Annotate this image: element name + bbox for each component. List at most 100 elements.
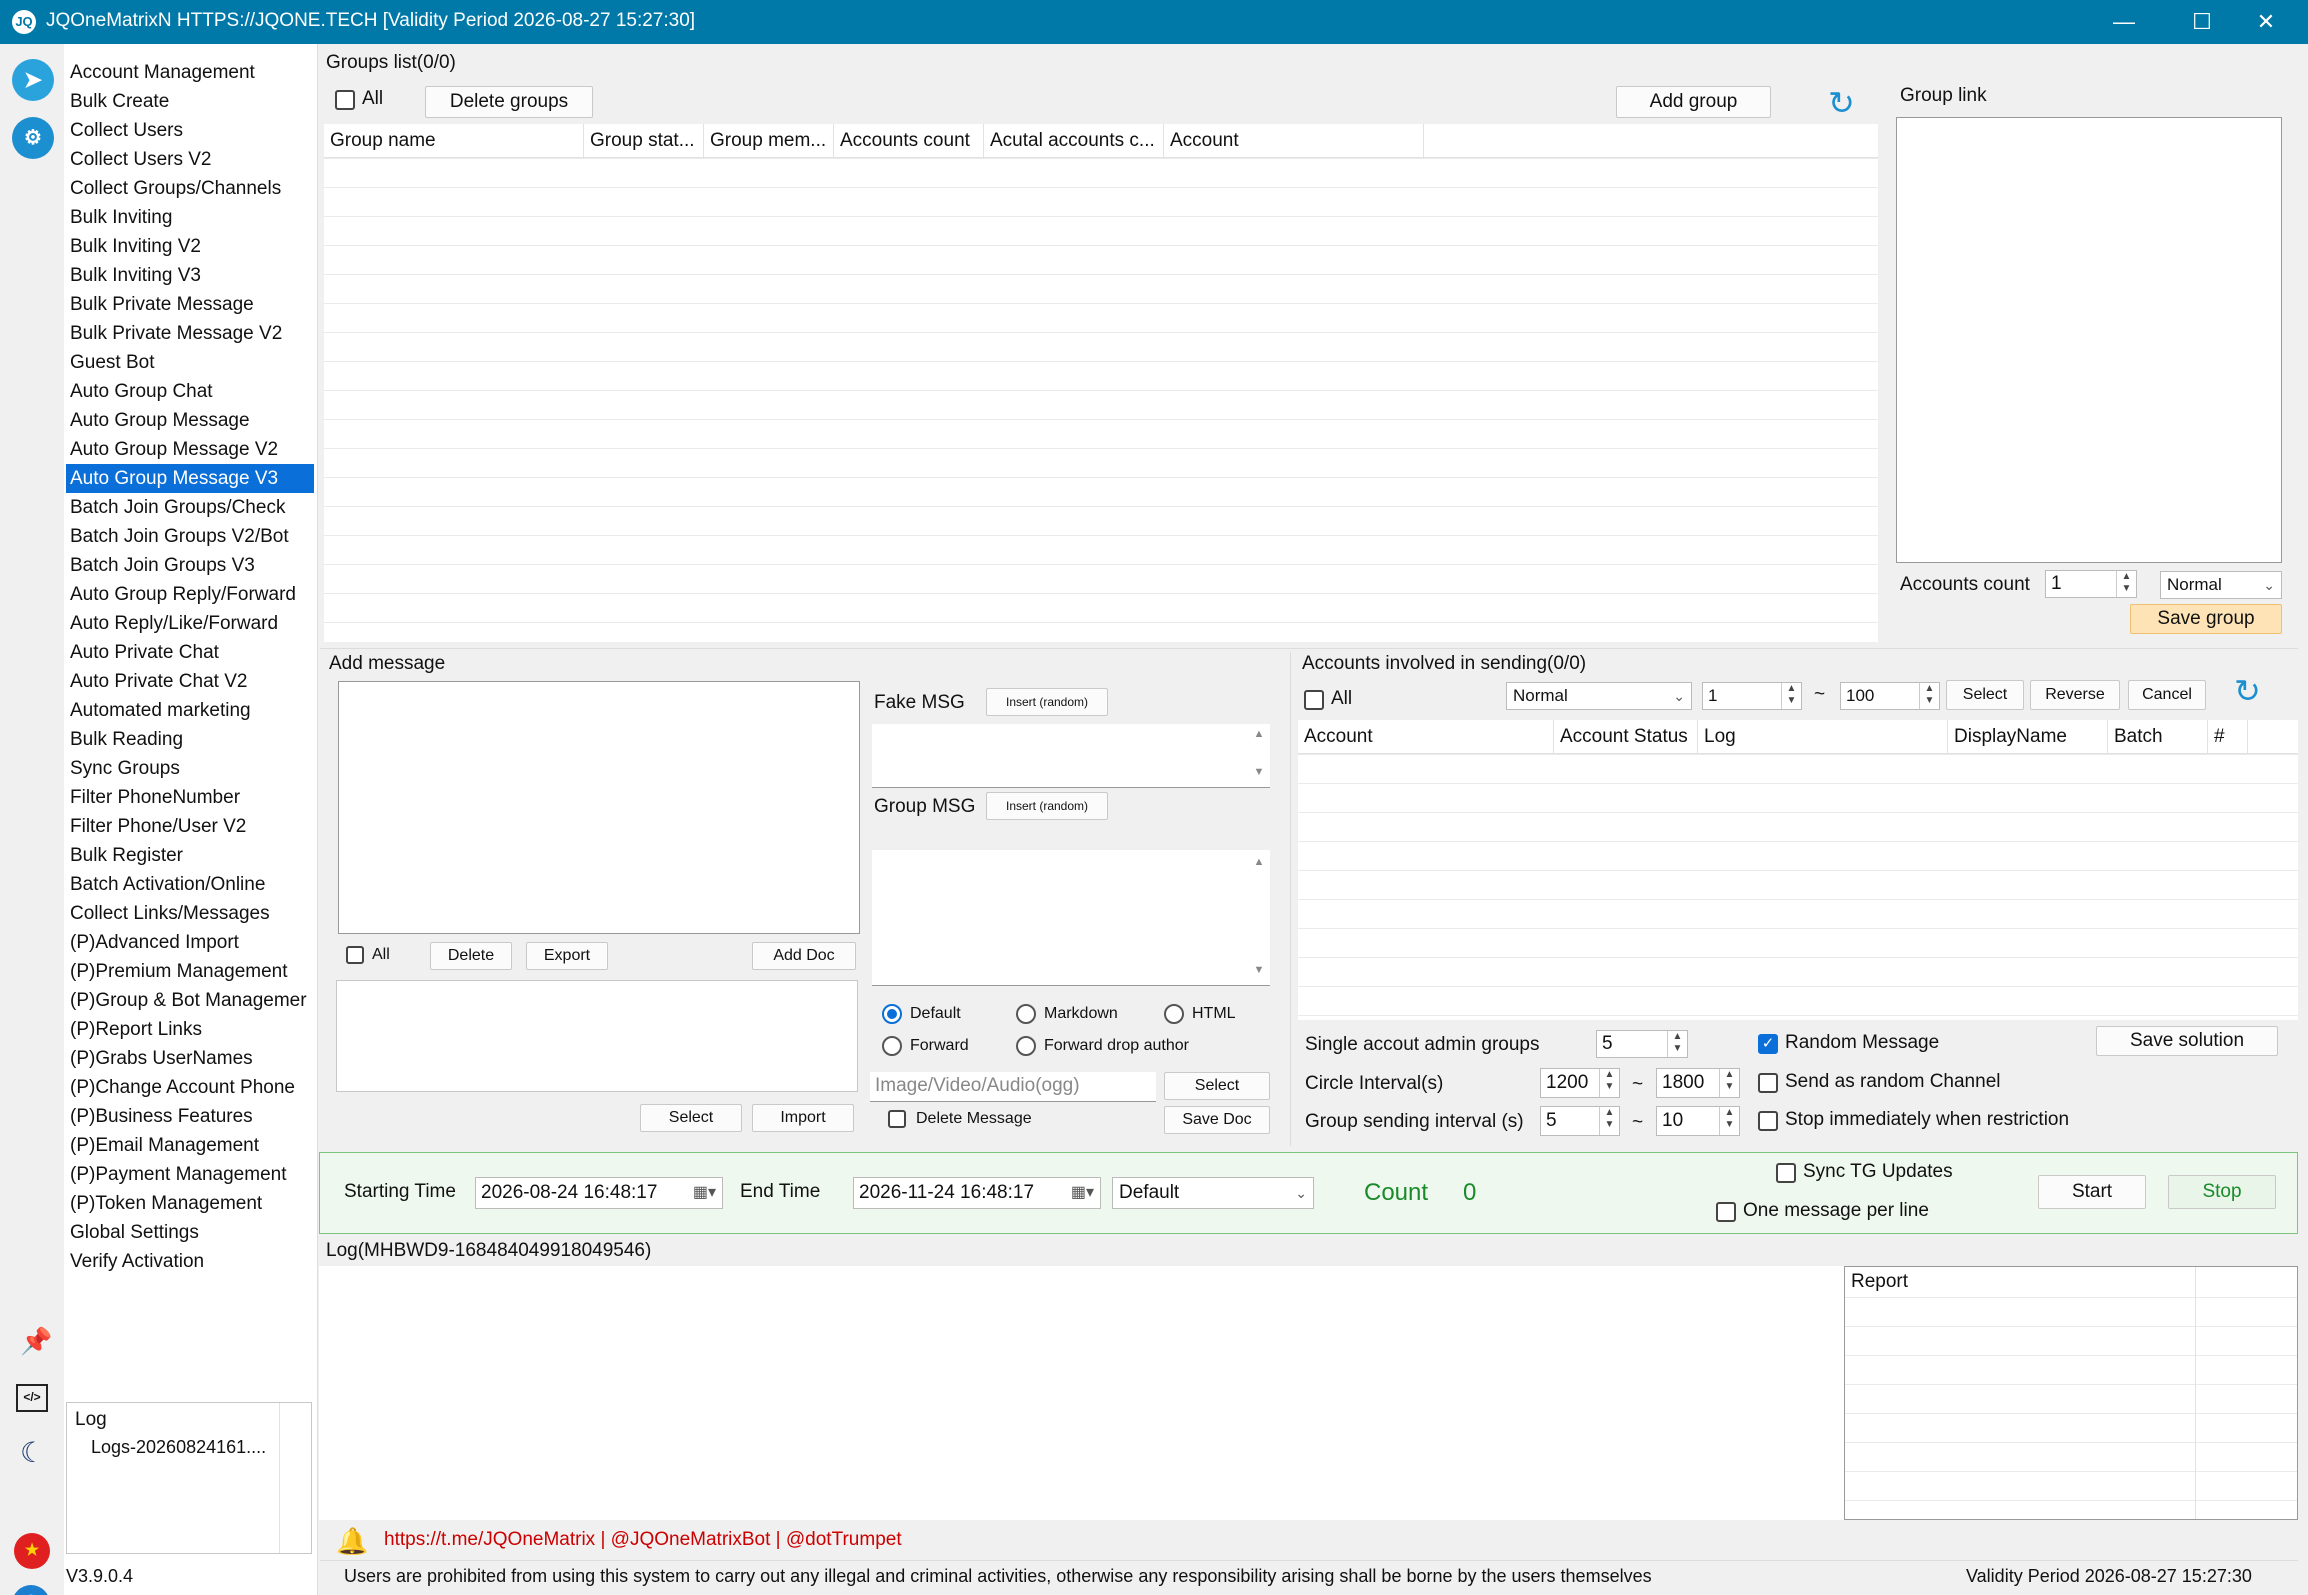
menu-item[interactable]: Sync Groups	[66, 754, 314, 783]
end-time-input[interactable]: 2026-11-24 16:48:17 ▦▾	[853, 1177, 1101, 1209]
menu-item[interactable]: Bulk Register	[66, 841, 314, 870]
admin-groups-spinner[interactable]: ▲ ▼	[1667, 1031, 1687, 1057]
china-flag-icon[interactable]: ★	[14, 1533, 50, 1569]
save-doc-button[interactable]: Save Doc	[1164, 1106, 1270, 1134]
group-msg-insert-button[interactable]: Insert (random)	[986, 792, 1108, 820]
menu-item[interactable]: Auto Private Chat	[66, 638, 314, 667]
one-per-line-checkbox[interactable]	[1716, 1202, 1736, 1222]
accounts-cancel-button[interactable]: Cancel	[2128, 680, 2206, 710]
menu-item[interactable]: Filter PhoneNumber	[66, 783, 314, 812]
circle-max-input[interactable]: 1800 ▲ ▼	[1656, 1068, 1740, 1098]
fake-msg-textarea[interactable]: ▲ ▼	[872, 724, 1270, 788]
groups-column-header[interactable]: Group mem...	[704, 124, 834, 158]
random-message-checkbox[interactable]: ✓	[1758, 1034, 1778, 1054]
accounts-column-header[interactable]: Batch	[2108, 720, 2208, 754]
accounts-column-header[interactable]: DisplayName	[1948, 720, 2108, 754]
starting-time-input[interactable]: 2026-08-24 16:48:17 ▦▾	[475, 1177, 723, 1209]
accounts-count-input[interactable]: 1 ▲ ▼	[2045, 570, 2137, 598]
format-forward-radio[interactable]	[882, 1036, 902, 1056]
group-max-spinner[interactable]: ▲ ▼	[1719, 1107, 1739, 1135]
groups-column-header[interactable]: Accounts count	[834, 124, 984, 158]
sync-tg-checkbox[interactable]	[1776, 1163, 1796, 1183]
accounts-to-input[interactable]: 100 ▲ ▼	[1840, 682, 1940, 710]
group-link-textarea[interactable]	[1896, 117, 2282, 563]
moon-icon[interactable]: ☾	[20, 1436, 45, 1469]
accounts-reverse-button[interactable]: Reverse	[2030, 680, 2120, 710]
menu-item[interactable]: (P)Premium Management	[66, 957, 314, 986]
menu-item[interactable]: Batch Join Groups V3	[66, 551, 314, 580]
footer-links[interactable]: https://t.me/JQOneMatrix | @JQOneMatrixB…	[384, 1529, 902, 1551]
menu-item[interactable]: (P)Grabs UserNames	[66, 1044, 314, 1073]
message-editor[interactable]	[338, 681, 860, 934]
accounts-count-spinner[interactable]: ▲ ▼	[2116, 571, 2136, 597]
format-forward-drop-radio[interactable]	[1016, 1036, 1036, 1056]
fake-msg-insert-button[interactable]: Insert (random)	[986, 688, 1108, 716]
accounts-column-header[interactable]: #	[2208, 720, 2248, 754]
accounts-select-button[interactable]: Select	[1946, 680, 2024, 710]
menu-item[interactable]: Auto Group Chat	[66, 377, 314, 406]
menu-item[interactable]: (P)Email Management	[66, 1131, 314, 1160]
menu-item[interactable]: Collect Groups/Channels	[66, 174, 314, 203]
menu-item[interactable]: (P)Advanced Import	[66, 928, 314, 957]
pin-icon[interactable]: 📌	[20, 1326, 52, 1360]
stop-button[interactable]: Stop	[2168, 1175, 2276, 1209]
accounts-from-spinner[interactable]: ▲ ▼	[1781, 683, 1801, 709]
group-msg-textarea[interactable]: ▲ ▼	[872, 850, 1270, 986]
menu-item[interactable]: Auto Group Message V3	[66, 464, 314, 493]
import-message-button[interactable]: Import	[752, 1104, 854, 1132]
message-list[interactable]	[336, 980, 858, 1092]
menu-item[interactable]: Automated marketing	[66, 696, 314, 725]
menu-item[interactable]: Batch Join Groups/Check	[66, 493, 314, 522]
stop-restriction-checkbox[interactable]	[1758, 1111, 1778, 1131]
circle-min-spinner[interactable]: ▲ ▼	[1599, 1069, 1619, 1097]
save-solution-button[interactable]: Save solution	[2096, 1026, 2278, 1056]
schedule-mode-select[interactable]: Default ⌄	[1112, 1177, 1314, 1209]
format-default-radio[interactable]	[882, 1004, 902, 1024]
delete-message-button[interactable]: Delete	[430, 942, 512, 970]
accounts-mode-select[interactable]: Normal ⌄	[1506, 682, 1692, 710]
groups-column-header[interactable]: Group stat...	[584, 124, 704, 158]
add-group-button[interactable]: Add group	[1616, 86, 1771, 118]
calendar-icon[interactable]: ▦▾	[1071, 1178, 1094, 1208]
menu-item[interactable]: Global Settings	[66, 1218, 314, 1247]
menu-item[interactable]: Guest Bot	[66, 348, 314, 377]
menu-item[interactable]: Verify Activation	[66, 1247, 314, 1276]
accounts-to-spinner[interactable]: ▲ ▼	[1919, 683, 1939, 709]
start-button[interactable]: Start	[2038, 1175, 2146, 1209]
menu-item[interactable]: Auto Group Message	[66, 406, 314, 435]
group-min-input[interactable]: 5 ▲ ▼	[1540, 1106, 1620, 1136]
circle-min-input[interactable]: 1200 ▲ ▼	[1540, 1068, 1620, 1098]
menu-item[interactable]: Bulk Reading	[66, 725, 314, 754]
close-button[interactable]: ✕	[2236, 0, 2296, 44]
accounts-column-header[interactable]: Log	[1698, 720, 1948, 754]
calendar-icon[interactable]: ▦▾	[693, 1178, 716, 1208]
refresh-groups-icon[interactable]: ↻	[1828, 84, 1855, 122]
menu-item[interactable]: (P)Payment Management	[66, 1160, 314, 1189]
menu-item[interactable]: Auto Group Message V2	[66, 435, 314, 464]
format-html-radio[interactable]	[1164, 1004, 1184, 1024]
menu-item[interactable]: Filter Phone/User V2	[66, 812, 314, 841]
menu-item[interactable]: Bulk Inviting V2	[66, 232, 314, 261]
menu-item[interactable]: (P)Business Features	[66, 1102, 314, 1131]
format-markdown-radio[interactable]	[1016, 1004, 1036, 1024]
menu-item[interactable]: Auto Group Reply/Forward	[66, 580, 314, 609]
menu-item[interactable]: Collect Users	[66, 116, 314, 145]
group-min-spinner[interactable]: ▲ ▼	[1599, 1107, 1619, 1135]
telegram-icon[interactable]: ➤	[12, 59, 54, 101]
accounts-from-input[interactable]: 1 ▲ ▼	[1702, 682, 1802, 710]
menu-item[interactable]: Bulk Inviting V3	[66, 261, 314, 290]
group-msg-scroll-down[interactable]: ▼	[1248, 964, 1270, 976]
group-max-input[interactable]: 10 ▲ ▼	[1656, 1106, 1740, 1136]
group-msg-scroll-up[interactable]: ▲	[1248, 856, 1270, 868]
accounts-column-header[interactable]: Account	[1298, 720, 1554, 754]
delete-groups-button[interactable]: Delete groups	[425, 86, 593, 118]
menu-item[interactable]: (P)Change Account Phone	[66, 1073, 314, 1102]
fake-msg-scroll-up[interactable]: ▲	[1248, 728, 1270, 740]
delete-message-checkbox[interactable]	[888, 1110, 906, 1128]
circle-max-spinner[interactable]: ▲ ▼	[1719, 1069, 1739, 1097]
export-message-button[interactable]: Export	[526, 942, 608, 970]
code-icon[interactable]: </>	[16, 1384, 48, 1412]
message-all-checkbox[interactable]	[346, 946, 364, 964]
menu-item[interactable]: Bulk Inviting	[66, 203, 314, 232]
menu-item[interactable]: (P)Report Links	[66, 1015, 314, 1044]
